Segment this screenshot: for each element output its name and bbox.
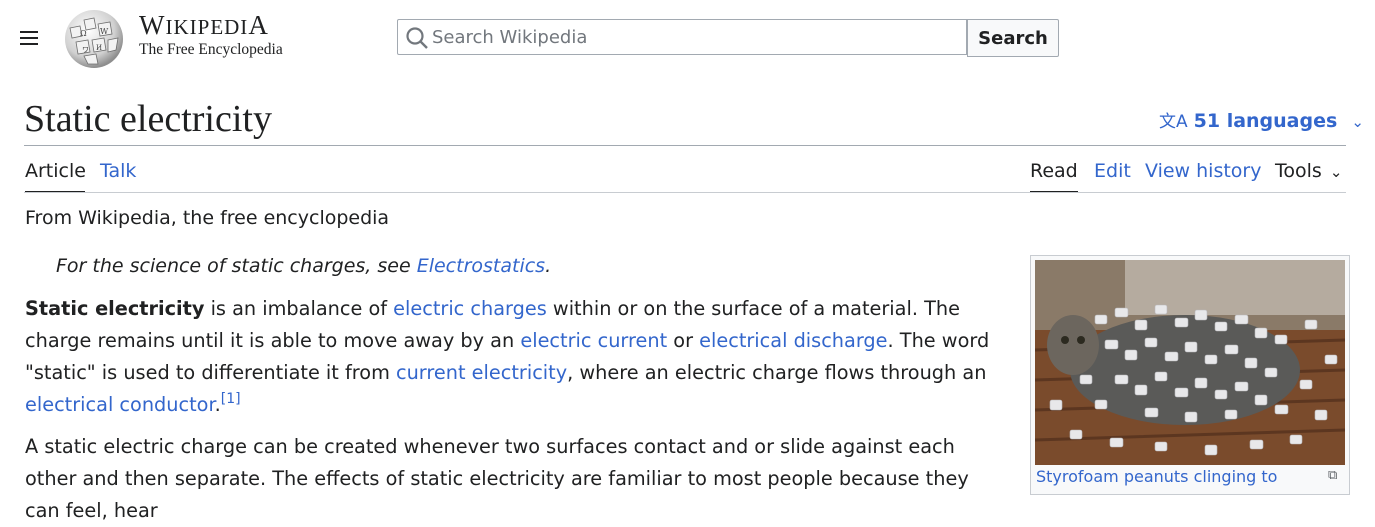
tabs-divider bbox=[24, 192, 1346, 193]
tools-label: Tools bbox=[1275, 160, 1322, 182]
infobox-image-frame[interactable] bbox=[1030, 255, 1350, 495]
search-box[interactable] bbox=[397, 19, 967, 55]
languages-button[interactable]: 文A 51 languages ⌄ bbox=[1159, 107, 1364, 132]
site-subtitle: From Wikipedia, the free encyclopedia bbox=[25, 207, 390, 229]
svg-text:W: W bbox=[100, 27, 109, 36]
intro-paragraph: Static electricity is an imbalance of el… bbox=[25, 297, 990, 416]
tools-menu[interactable]: Tools ⌄ bbox=[1275, 160, 1342, 182]
svg-text:И: И bbox=[96, 44, 102, 52]
main-menu-icon[interactable] bbox=[20, 31, 38, 45]
title-divider bbox=[24, 145, 1346, 146]
tab-edit[interactable]: Edit bbox=[1094, 160, 1131, 182]
link-electrical-conductor[interactable]: electrical conductor bbox=[25, 393, 215, 416]
link-electric-charges[interactable]: electric charges bbox=[393, 297, 547, 320]
page-title: Static electricity bbox=[24, 98, 272, 140]
enlarge-icon[interactable]: ⧉ bbox=[1328, 468, 1337, 483]
tab-read[interactable]: Read bbox=[1030, 160, 1078, 182]
cat-with-styrofoam-photo[interactable] bbox=[1035, 260, 1345, 465]
article-subject: Static electricity bbox=[25, 297, 205, 320]
link-current-electricity[interactable]: current electricity bbox=[396, 361, 567, 384]
chevron-down-icon: ⌄ bbox=[1351, 113, 1364, 131]
link-electrical-discharge[interactable]: electrical discharge bbox=[699, 329, 887, 352]
wikipedia-globe-logo[interactable]: Ω W ワ И bbox=[58, 6, 128, 70]
hatnote: For the science of static charges, see E… bbox=[56, 255, 552, 277]
reference-link[interactable]: [1] bbox=[221, 391, 241, 407]
wordmark-title: WIKIPEDIA bbox=[139, 10, 269, 40]
tab-article[interactable]: Article bbox=[25, 160, 86, 182]
search-icon bbox=[406, 27, 428, 49]
svg-text:ワ: ワ bbox=[82, 46, 89, 54]
link-electric-current[interactable]: electric current bbox=[520, 329, 667, 352]
wordmark-tagline: The Free Encyclopedia bbox=[139, 41, 283, 58]
tab-view-history[interactable]: View history bbox=[1145, 160, 1261, 182]
chevron-down-icon: ⌄ bbox=[1329, 163, 1343, 181]
language-icon: 文A bbox=[1159, 112, 1188, 132]
svg-text:Ω: Ω bbox=[80, 29, 87, 38]
search-input[interactable] bbox=[432, 20, 952, 54]
tab-talk[interactable]: Talk bbox=[100, 160, 136, 182]
wikipedia-wordmark[interactable]: WIKIPEDIA The Free Encyclopedia bbox=[139, 11, 283, 59]
languages-label: 51 languages bbox=[1193, 110, 1338, 132]
second-paragraph: A static electric charge can be created … bbox=[25, 435, 969, 522]
search-button[interactable]: Search bbox=[967, 19, 1059, 57]
hatnote-link-electrostatics[interactable]: Electrostatics bbox=[417, 255, 545, 277]
